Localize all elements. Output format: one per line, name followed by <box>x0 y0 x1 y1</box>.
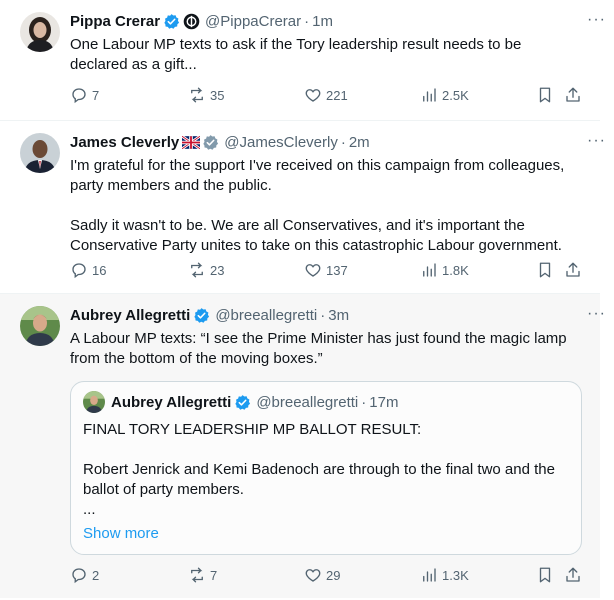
bookmark-icon <box>539 87 551 103</box>
verified-badge-icon <box>234 394 251 411</box>
views-button[interactable]: 2.5K <box>420 86 469 104</box>
like-count: 221 <box>326 87 348 103</box>
author-name[interactable]: James Cleverly <box>70 134 179 151</box>
like-button[interactable]: 137 <box>304 261 348 279</box>
author-handle[interactable]: @PippaCrerar <box>205 13 301 30</box>
reply-count: 2 <box>92 567 100 583</box>
repost-button[interactable]: 23 <box>188 261 224 279</box>
reply-icon <box>72 568 86 584</box>
tweet-text: I'm grateful for the support I've receiv… <box>70 157 565 254</box>
tweet[interactable]: Pippa Crerar @PippaCrerar · 1m ··· One L… <box>0 0 605 120</box>
separator-dot: · <box>340 133 346 151</box>
reply-count: 16 <box>92 262 107 278</box>
bookmark-button[interactable] <box>536 566 558 584</box>
more-options-icon[interactable]: ··· <box>587 132 606 150</box>
repost-count: 7 <box>210 567 218 583</box>
quoted-tweet-text: FINAL TORY LEADERSHIP MP BALLOT RESULT: … <box>83 421 555 518</box>
share-icon <box>566 87 580 102</box>
avatar[interactable] <box>20 133 60 173</box>
view-count: 1.3K <box>442 567 469 583</box>
avatar[interactable] <box>83 391 105 413</box>
verified-badge-icon <box>193 307 210 324</box>
avatar[interactable] <box>20 306 60 346</box>
timestamp[interactable]: 3m <box>328 307 349 324</box>
reply-button[interactable]: 7 <box>70 86 99 104</box>
repost-icon <box>191 567 203 583</box>
view-count: 1.8K <box>442 262 469 278</box>
quoted-author-name[interactable]: Aubrey Allegretti <box>111 394 231 411</box>
separator-dot: · <box>304 12 310 30</box>
more-options-icon[interactable]: ··· <box>587 11 606 29</box>
repost-button[interactable]: 7 <box>188 566 217 584</box>
timestamp[interactable]: 2m <box>349 134 370 151</box>
like-count: 137 <box>326 262 348 278</box>
view-count: 2.5K <box>442 87 469 103</box>
bookmark-icon <box>539 262 551 278</box>
reply-button[interactable]: 2 <box>70 566 99 584</box>
share-icon <box>566 262 580 277</box>
analytics-icon <box>423 88 436 102</box>
author-handle[interactable]: @JamesCleverly <box>224 134 338 151</box>
quoted-timestamp[interactable]: 17m <box>369 394 398 411</box>
tweet-text: One Labour MP texts to ask if the Tory l… <box>70 36 526 73</box>
heart-icon <box>305 569 321 582</box>
share-icon <box>566 567 580 582</box>
share-button[interactable] <box>564 261 586 279</box>
tweet-text: A Labour MP texts: “I see the Prime Mini… <box>70 330 571 367</box>
reply-count: 7 <box>92 87 100 103</box>
bookmark-button[interactable] <box>536 86 558 104</box>
quoted-author-handle[interactable]: @breeallegretti <box>256 394 358 411</box>
uk-flag-icon <box>181 134 202 151</box>
repost-icon <box>191 87 203 103</box>
more-options-icon[interactable]: ··· <box>587 305 606 323</box>
repost-count: 35 <box>210 87 225 103</box>
analytics-icon <box>423 263 436 277</box>
separator-dot: · <box>320 306 326 324</box>
analytics-icon <box>423 568 436 582</box>
bookmark-button[interactable] <box>536 261 558 279</box>
verified-badge-icon <box>163 13 180 30</box>
share-button[interactable] <box>564 86 586 104</box>
repost-button[interactable]: 35 <box>188 86 224 104</box>
reply-button[interactable]: 16 <box>70 261 106 279</box>
like-button[interactable]: 29 <box>304 566 340 584</box>
quoted-tweet[interactable]: Aubrey Allegretti @breeallegretti · 17m … <box>70 381 582 555</box>
like-count: 29 <box>326 567 341 583</box>
tweet[interactable]: James Cleverly @JamesCleverly · 2m ··· I… <box>0 121 605 293</box>
author-handle[interactable]: @breeallegretti <box>215 307 317 324</box>
reply-icon <box>72 88 86 104</box>
heart-icon <box>305 89 321 102</box>
author-name[interactable]: Pippa Crerar <box>70 13 160 30</box>
heart-icon <box>305 264 321 277</box>
repost-icon <box>191 262 203 278</box>
reply-icon <box>72 263 86 279</box>
verified-badge-icon <box>202 134 219 151</box>
views-button[interactable]: 1.8K <box>420 261 469 279</box>
like-button[interactable]: 221 <box>304 86 348 104</box>
share-button[interactable] <box>564 566 586 584</box>
timestamp[interactable]: 1m <box>312 13 333 30</box>
bookmark-icon <box>539 567 551 583</box>
tweet[interactable]: Aubrey Allegretti @breeallegretti · 3m ·… <box>0 294 605 598</box>
repost-count: 23 <box>210 262 225 278</box>
views-button[interactable]: 1.3K <box>420 566 469 584</box>
author-name[interactable]: Aubrey Allegretti <box>70 307 190 324</box>
government-badge-icon <box>183 13 200 30</box>
avatar[interactable] <box>20 12 60 52</box>
show-more-link[interactable]: Show more <box>83 524 569 544</box>
separator-dot: · <box>361 393 367 411</box>
